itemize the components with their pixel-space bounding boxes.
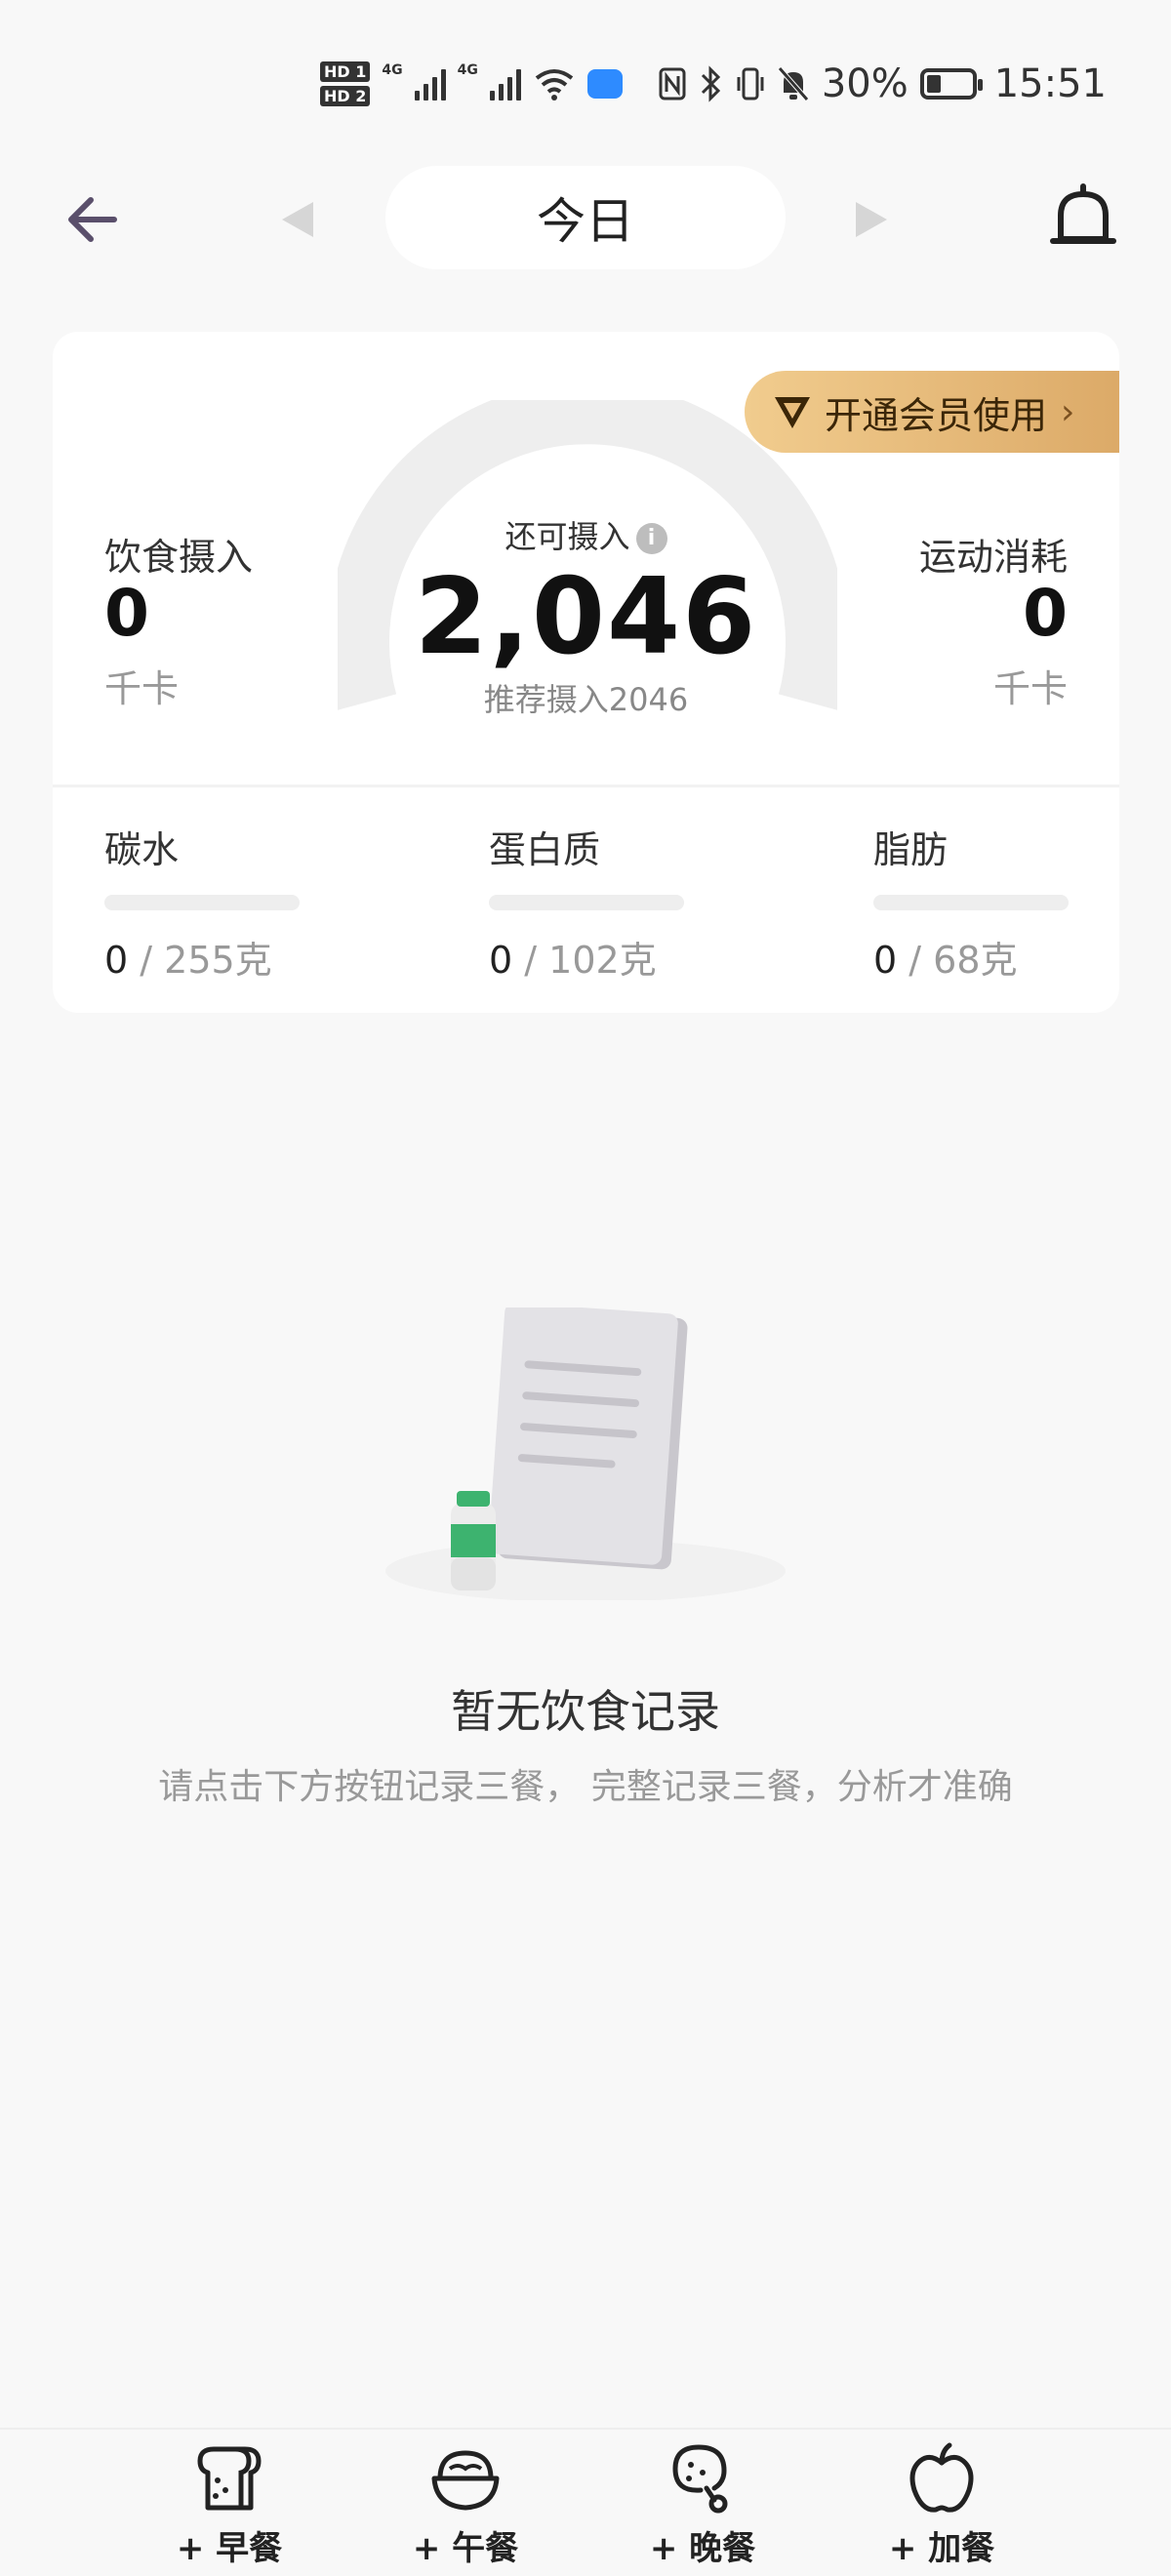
wifi-icon <box>533 66 576 101</box>
battery-icon <box>919 68 983 100</box>
next-day-button[interactable] <box>847 195 896 244</box>
battery-percent: 30% <box>821 61 909 106</box>
intake-label: 饮食摄入 <box>104 536 254 579</box>
triangle-left-icon <box>282 202 313 237</box>
card-divider <box>53 785 1119 787</box>
nfc-icon <box>658 66 687 101</box>
add-dinner-label: + 晚餐 <box>649 2529 756 2568</box>
meal-action-bar: + 早餐 + 午餐 + 晚餐 + 加餐 <box>0 2428 1171 2576</box>
add-breakfast-label: + 早餐 <box>176 2529 283 2568</box>
bell-icon <box>1050 183 1116 244</box>
previous-day-button[interactable] <box>273 195 322 244</box>
recommended-intake: 推荐摄入2046 <box>483 681 689 718</box>
macro-protein: 蛋白质 0 / 102克 <box>489 820 684 984</box>
toast-icon <box>190 2439 268 2517</box>
add-lunch-label: + 午餐 <box>412 2529 519 2568</box>
clock: 15:51 <box>993 61 1107 106</box>
macro-amount: 0 / 102克 <box>489 939 657 982</box>
add-dinner-button[interactable]: + 晚餐 <box>615 2439 790 2576</box>
rice-bowl-icon <box>426 2439 505 2517</box>
macro-name: 脂肪 <box>873 828 949 871</box>
status-icons: HD 1 HD 2 4G 4G 30% 15:51 <box>319 55 1107 113</box>
vibrate-icon <box>736 65 765 102</box>
date-selector[interactable]: 今日 <box>385 166 786 269</box>
intake-value: 0 <box>104 576 149 651</box>
top-nav: 今日 <box>0 166 1171 273</box>
back-arrow-icon <box>68 197 117 242</box>
macro-name: 蛋白质 <box>489 828 601 871</box>
chevron-right-icon: › <box>1061 391 1075 432</box>
calorie-summary-card: 开通会员使用 › 还可摄入 i 2,046 推荐摄入2046 饮食摄入 0 千卡 … <box>53 332 1119 1013</box>
triangle-right-icon <box>856 202 887 237</box>
info-icon[interactable]: i <box>635 523 667 554</box>
chicken-leg-icon <box>664 2439 742 2517</box>
macro-amount: 0 / 68克 <box>873 939 1018 982</box>
back-button[interactable] <box>54 185 132 254</box>
add-snack-label: + 加餐 <box>888 2529 995 2568</box>
macro-carbs: 碳水 0 / 255克 <box>104 820 300 984</box>
hd2-label: HD 2 <box>319 86 371 106</box>
vip-label: 开通会员使用 <box>825 393 1048 437</box>
macro-name: 碳水 <box>104 828 180 871</box>
empty-state-title: 暂无饮食记录 <box>451 1685 720 1738</box>
silent-bell-icon <box>777 65 810 102</box>
macro-progress-bar <box>489 895 684 910</box>
add-lunch-button[interactable]: + 午餐 <box>378 2439 553 2576</box>
cloud-icon <box>586 69 623 99</box>
exercise-burn-value: 0 <box>1023 576 1068 651</box>
hd1-label: HD 1 <box>319 61 371 82</box>
remaining-label: 还可摄入 <box>505 518 630 555</box>
exercise-burn-label: 运动消耗 <box>918 536 1068 579</box>
date-label: 今日 <box>537 193 634 250</box>
empty-record-illustration <box>385 1308 786 1600</box>
signal-1-icon <box>414 67 446 101</box>
macro-progress-bar <box>873 895 1069 910</box>
apple-icon <box>903 2439 981 2517</box>
network-type-2: 4G <box>457 62 478 78</box>
intake-unit: 千卡 <box>104 667 180 710</box>
macro-fat: 脂肪 0 / 68克 <box>873 820 1069 984</box>
macro-progress-bar <box>104 895 300 910</box>
hd-indicator: HD 1 HD 2 <box>319 61 371 106</box>
exercise-burn-unit: 千卡 <box>992 667 1068 710</box>
status-bar: HD 1 HD 2 4G 4G 30% 15:51 <box>0 0 1171 166</box>
signal-2-icon <box>489 67 521 101</box>
add-breakfast-button[interactable]: + 早餐 <box>141 2439 317 2576</box>
empty-state-hint: 请点击下方按钮记录三餐， 完整记录三餐，分析才准确 <box>158 1767 1013 1807</box>
add-snack-button[interactable]: + 加餐 <box>854 2439 1030 2576</box>
macro-amount: 0 / 255克 <box>104 939 272 982</box>
notification-button[interactable] <box>1044 178 1122 262</box>
bluetooth-icon <box>699 65 724 102</box>
network-type-1: 4G <box>382 62 403 78</box>
